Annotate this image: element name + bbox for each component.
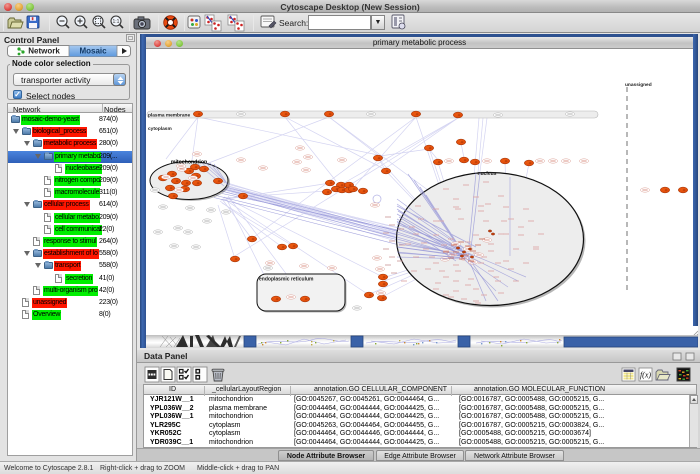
svg-text:cytoplasm: cytoplasm (148, 126, 172, 132)
svg-text:mitochondrion: mitochondrion (171, 160, 207, 166)
svg-text:plasma membrane: plasma membrane (148, 113, 190, 119)
svg-text:Network: Network (28, 47, 60, 56)
svg-text:nucleus: nucleus (478, 171, 497, 177)
svg-text:Mosaic: Mosaic (79, 47, 107, 56)
svg-text:unassigned: unassigned (625, 82, 652, 88)
svg-text:1:1: 1:1 (113, 19, 120, 25)
svg-text:endoplasmic reticulum: endoplasmic reticulum (259, 277, 314, 283)
